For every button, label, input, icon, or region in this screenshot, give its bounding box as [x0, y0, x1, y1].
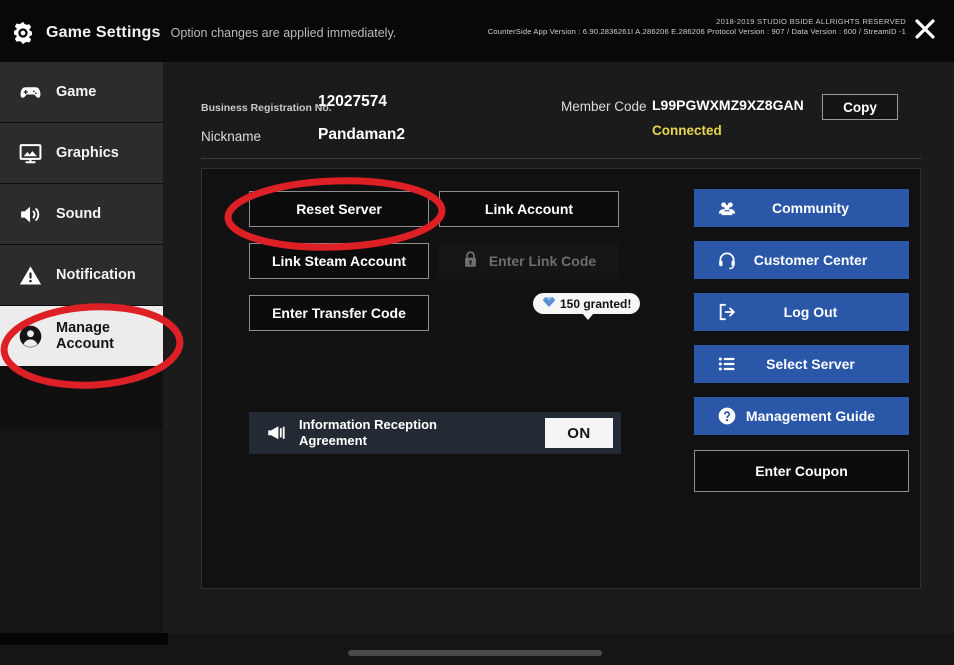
- lock-icon: [462, 250, 479, 272]
- people-group-icon: [717, 198, 737, 218]
- member-code-value: L99PGWXMZ9XZ8GAN: [652, 97, 804, 113]
- copy-button-label: Copy: [843, 99, 877, 115]
- section-divider: [201, 158, 921, 159]
- link-steam-account-label: Link Steam Account: [271, 253, 407, 269]
- enter-transfer-code-button[interactable]: Enter Transfer Code: [249, 295, 429, 331]
- nickname-value: Pandaman2: [318, 126, 406, 143]
- headset-icon: [717, 250, 737, 270]
- nickname-label: Nickname: [201, 129, 262, 144]
- copy-button[interactable]: Copy: [822, 94, 898, 120]
- community-button[interactable]: Community: [694, 189, 909, 227]
- page-title: Game Settings: [46, 24, 161, 41]
- version-text: CounterSide App Version : 6.90.2836261I …: [487, 27, 906, 37]
- content-area: Business Registration No. 12027574 Nickn…: [163, 62, 954, 665]
- gem-granted-tooltip: 150 granted!: [533, 293, 641, 320]
- titlebar-left-group: Game Settings Option changes are applied…: [10, 20, 396, 46]
- page-subtitle: Option changes are applied immediately.: [170, 26, 397, 40]
- enter-coupon-label: Enter Coupon: [755, 463, 848, 479]
- sidebar-item-label: Manage Account: [56, 319, 114, 352]
- sidebar-item-graphics[interactable]: Graphics: [0, 123, 163, 184]
- enter-link-code-label: Enter Link Code: [488, 253, 597, 269]
- gear-icon: [10, 20, 36, 46]
- sidebar-item-game[interactable]: Game: [0, 62, 163, 123]
- speaker-icon: [18, 202, 43, 227]
- log-out-button[interactable]: Log Out: [694, 293, 909, 331]
- agreement-label-line1: Information Reception: [299, 416, 437, 432]
- sidebar-item-notification[interactable]: Notification: [0, 245, 163, 306]
- enter-coupon-button[interactable]: Enter Coupon: [694, 450, 909, 492]
- account-panel: Reset Server Link Account Link Steam Acc…: [201, 168, 921, 589]
- titlebar: Game Settings Option changes are applied…: [0, 0, 954, 62]
- business-registration-value: 12027574: [318, 93, 387, 110]
- home-indicator[interactable]: [348, 650, 602, 656]
- agreement-toggle-value: ON: [567, 424, 591, 442]
- gem-icon: [542, 295, 556, 313]
- gem-granted-label: 150 granted!: [560, 296, 632, 311]
- close-button[interactable]: [906, 12, 944, 50]
- bottom-left-shadow: [0, 633, 168, 645]
- sidebar: Game Graphics Sound Notification Manage …: [0, 62, 163, 665]
- sidebar-item-label: Graphics: [56, 144, 119, 161]
- sidebar-item-label: Game: [56, 83, 97, 100]
- sidebar-item-label: Notification: [56, 266, 136, 283]
- link-account-button[interactable]: Link Account: [439, 191, 619, 227]
- business-registration-label: Business Registration No.: [201, 102, 332, 114]
- connection-status: Connected: [652, 123, 722, 138]
- agreement-toggle-switch[interactable]: ON: [545, 418, 613, 448]
- logout-arrow-icon: [717, 302, 737, 322]
- customer-center-button[interactable]: Customer Center: [694, 241, 909, 279]
- sidebar-item-sound[interactable]: Sound: [0, 184, 163, 245]
- list-icon: [717, 354, 737, 374]
- reset-server-button[interactable]: Reset Server: [249, 191, 429, 227]
- sidebar-empty-area: [0, 429, 163, 665]
- question-circle-icon: [717, 406, 737, 426]
- enter-transfer-code-label: Enter Transfer Code: [272, 305, 406, 321]
- sidebar-item-label: Sound: [56, 205, 102, 222]
- member-code-label: Member Code: [561, 99, 647, 114]
- gamepad-icon: [18, 80, 43, 105]
- management-guide-button[interactable]: Management Guide: [694, 397, 909, 435]
- select-server-button[interactable]: Select Server: [694, 345, 909, 383]
- information-reception-agreement-row[interactable]: Information Reception Agreement ON: [249, 412, 621, 454]
- legal-info: 2018-2019 STUDIO BSIDE ALLRIGHTS RESERVE…: [488, 17, 906, 38]
- link-account-label: Link Account: [484, 201, 574, 217]
- link-steam-account-button[interactable]: Link Steam Account: [249, 243, 429, 279]
- user-circle-icon: [18, 324, 43, 349]
- sidebar-item-manage-account[interactable]: Manage Account: [0, 306, 163, 367]
- game-settings-window: Game Settings Option changes are applied…: [0, 0, 954, 665]
- agreement-label-line2: Agreement: [299, 433, 367, 448]
- monitor-image-icon: [18, 141, 43, 166]
- megaphone-icon: [265, 422, 287, 444]
- reset-server-label: Reset Server: [296, 201, 382, 217]
- close-x-icon: [912, 16, 938, 47]
- agreement-label: Information Reception Agreement: [299, 417, 437, 450]
- copyright-text: 2018-2019 STUDIO BSIDE ALLRIGHTS RESERVE…: [716, 17, 906, 26]
- enter-link-code-button: Enter Link Code: [439, 243, 619, 279]
- warning-triangle-icon: [18, 263, 43, 288]
